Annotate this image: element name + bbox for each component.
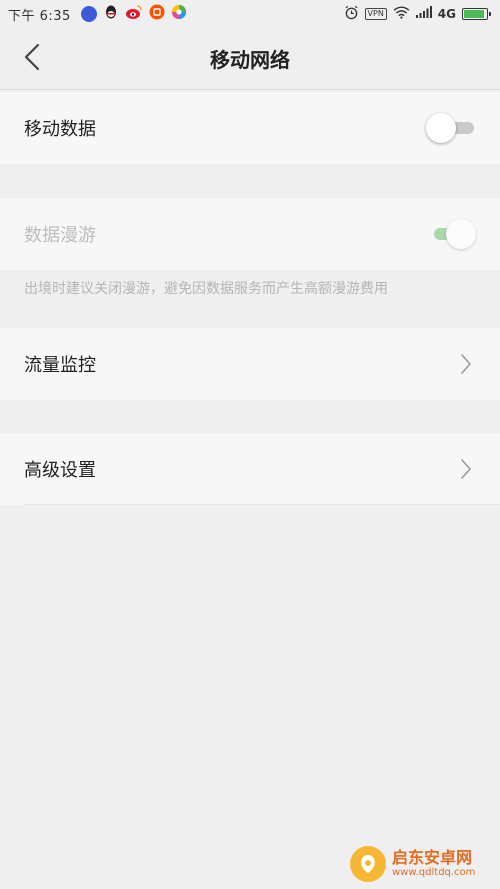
watermark: 启东安卓网 www.qdltdq.com	[350, 839, 500, 889]
signal-icon	[415, 6, 432, 22]
chevron-right-icon	[456, 457, 476, 481]
toggle-thumb	[446, 219, 476, 249]
mobile-data-label: 移动数据	[24, 119, 96, 140]
wifi-icon	[393, 5, 410, 23]
status-time: 下午 6:35	[8, 8, 71, 24]
chevron-left-icon	[22, 42, 42, 76]
page-title: 移动网络	[210, 48, 290, 72]
shield-app-icon	[80, 6, 97, 22]
mobile-data-toggle[interactable]	[426, 113, 476, 143]
alarm-icon	[344, 5, 359, 24]
roaming-note: 出境时建议关闭漫游，避免因数据服务而产生高额漫游费用	[24, 281, 388, 297]
battery-level	[464, 10, 484, 18]
battery-icon	[462, 8, 491, 20]
data-roaming-label: 数据漫游	[24, 225, 96, 246]
app-header: 移动网络	[0, 28, 500, 90]
network-type: 4G	[437, 7, 456, 21]
traffic-monitor-row[interactable]: 流量监控	[0, 328, 500, 400]
advanced-settings-row[interactable]: 高级设置	[0, 433, 500, 505]
vpn-badge: VPN	[364, 8, 387, 20]
watermark-title: 启东安卓网	[392, 848, 473, 868]
color-app-icon	[171, 4, 187, 24]
data-roaming-toggle[interactable]	[426, 219, 476, 249]
taobao-app-icon	[149, 4, 165, 24]
toggle-thumb	[426, 113, 456, 143]
data-roaming-row[interactable]: 数据漫游	[0, 198, 500, 270]
traffic-monitor-label: 流量监控	[24, 355, 96, 376]
weibo-app-icon	[125, 4, 143, 24]
back-button[interactable]	[14, 41, 50, 77]
row-divider	[24, 504, 500, 505]
mobile-data-row[interactable]: 移动数据	[0, 92, 500, 164]
qq-app-icon	[103, 4, 119, 24]
status-bar-left: 下午 6:35	[8, 4, 187, 24]
chevron-right-icon	[456, 352, 476, 376]
watermark-logo-icon	[350, 846, 386, 882]
watermark-url: www.qdltdq.com	[392, 867, 476, 879]
watermark-text: 启东安卓网 www.qdltdq.com	[392, 848, 476, 879]
status-bar-right: VPN 4G	[344, 5, 491, 24]
status-bar: 下午 6:35 VPN 4G	[0, 0, 500, 28]
advanced-settings-label: 高级设置	[24, 460, 96, 481]
